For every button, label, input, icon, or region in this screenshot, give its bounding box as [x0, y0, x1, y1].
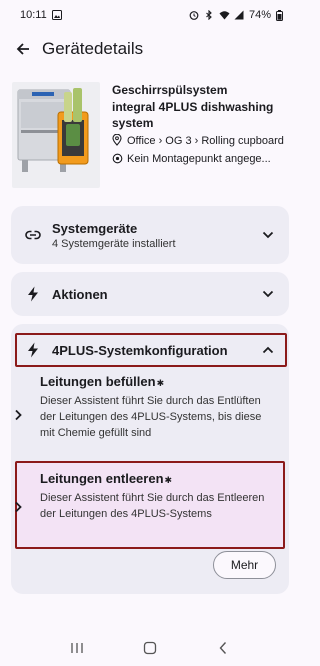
list-item-description: Dieser Assistent führt Sie durch das Ent…	[40, 395, 262, 439]
bluetooth-icon: ✱	[164, 475, 173, 485]
card-aktionen-title: Aktionen	[52, 286, 108, 302]
list-item-leitungen-befuellen[interactable]: Leitungen befüllen✱ Dieser Assistent füh…	[14, 373, 270, 457]
app-bar: Gerätedetails	[0, 30, 300, 68]
card-aktionen[interactable]: Aktionen	[11, 272, 289, 316]
chevron-down-icon	[261, 228, 275, 242]
more-button[interactable]: Mehr	[213, 551, 276, 579]
page-title: Gerätedetails	[42, 39, 144, 58]
alarm-icon	[189, 10, 199, 20]
gallery-notification-icon	[51, 10, 62, 20]
home-button[interactable]	[138, 636, 162, 660]
device-location: Office › OG 3 › Rolling cupboard	[127, 135, 284, 147]
recent-apps-icon	[71, 643, 83, 653]
back-button[interactable]	[12, 38, 34, 60]
wifi-icon	[219, 10, 230, 20]
device-header: Geschirrspülsystem integral 4PLUS dishwa…	[12, 82, 290, 192]
device-info: Geschirrspülsystem integral 4PLUS dishwa…	[112, 82, 288, 192]
status-time: 10:11	[20, 9, 47, 21]
device-name: Geschirrspülsystem	[112, 83, 228, 97]
device-location-row: Office › OG 3 › Rolling cupboard	[112, 133, 288, 149]
list-item-description: Dieser Assistent führt Sie durch das Ent…	[40, 492, 265, 520]
list-item-leitungen-entleeren[interactable]: Leitungen entleeren✱ Dieser Assistent fü…	[14, 470, 270, 544]
card-aktionen-header[interactable]: Aktionen	[11, 272, 289, 316]
list-item-title: Leitungen entleeren	[40, 471, 164, 486]
recent-apps-button[interactable]	[65, 636, 89, 660]
card-konfiguration-header[interactable]: 4PLUS-Systemkonfiguration	[11, 333, 289, 367]
card-konfiguration-title: 4PLUS-Systemkonfiguration	[52, 342, 228, 358]
bluetooth-status-icon	[204, 9, 214, 21]
device-model: integral 4PLUS dishwashing system	[112, 100, 274, 130]
signal-icon	[234, 10, 244, 20]
bluetooth-icon: ✱	[156, 378, 165, 388]
device-image	[12, 82, 100, 188]
home-icon	[143, 641, 157, 655]
system-nav-bar	[0, 630, 300, 666]
chevron-up-icon	[261, 343, 275, 357]
chevron-down-icon	[261, 287, 275, 301]
battery-percent: 74%	[248, 9, 271, 21]
device-mounting: Kein Montagepunkt angege...	[127, 153, 271, 165]
target-icon	[112, 151, 124, 165]
link-icon	[25, 227, 41, 243]
system-back-button[interactable]	[211, 636, 235, 660]
status-bar: 10:11 74%	[0, 0, 300, 30]
arrow-back-icon	[16, 43, 29, 55]
bolt-icon	[25, 342, 41, 358]
battery-icon	[276, 10, 286, 21]
card-systemgeraete[interactable]: Systemgeräte 4 Systemgeräte installiert	[11, 206, 289, 264]
chevron-right-icon	[14, 470, 32, 544]
card-systemgeraete-header[interactable]: Systemgeräte 4 Systemgeräte installiert	[11, 206, 289, 264]
card-systemgeraete-title: Systemgeräte	[52, 220, 138, 236]
back-chevron-icon	[219, 642, 227, 654]
bolt-icon	[25, 286, 41, 302]
device-mounting-row: Kein Montagepunkt angege...	[112, 151, 288, 167]
chevron-right-icon	[14, 373, 32, 457]
list-item-title: Leitungen befüllen	[40, 374, 156, 389]
location-pin-icon	[112, 133, 124, 147]
card-systemgeraete-subtitle: 4 Systemgeräte installiert	[52, 237, 176, 250]
